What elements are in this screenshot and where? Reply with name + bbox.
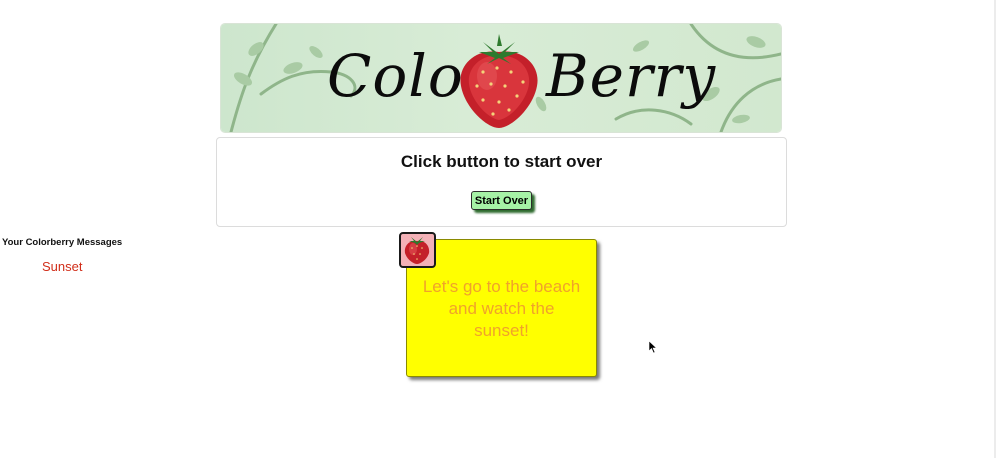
page: Color Berry Click button to start over S… <box>0 0 1000 458</box>
strawberry-icon <box>404 237 430 264</box>
colorberry-banner: Color Berry <box>221 24 781 132</box>
messages-heading: Your Colorberry Messages <box>2 237 123 248</box>
note-strawberry-badge[interactable] <box>399 232 436 268</box>
strawberry-icon <box>460 34 538 128</box>
page-edge-divider <box>994 0 996 458</box>
start-over-button[interactable]: Start Over <box>471 191 532 210</box>
note-text: Let's go to the beach and watch the suns… <box>422 277 581 340</box>
mouse-pointer-icon <box>649 341 657 353</box>
start-over-heading: Click button to start over <box>400 152 603 171</box>
message-link-sunset[interactable]: Sunset <box>42 259 82 274</box>
banner-title-berry: Berry <box>546 42 717 110</box>
start-over-panel: Click button to start over Start Over <box>216 137 787 227</box>
